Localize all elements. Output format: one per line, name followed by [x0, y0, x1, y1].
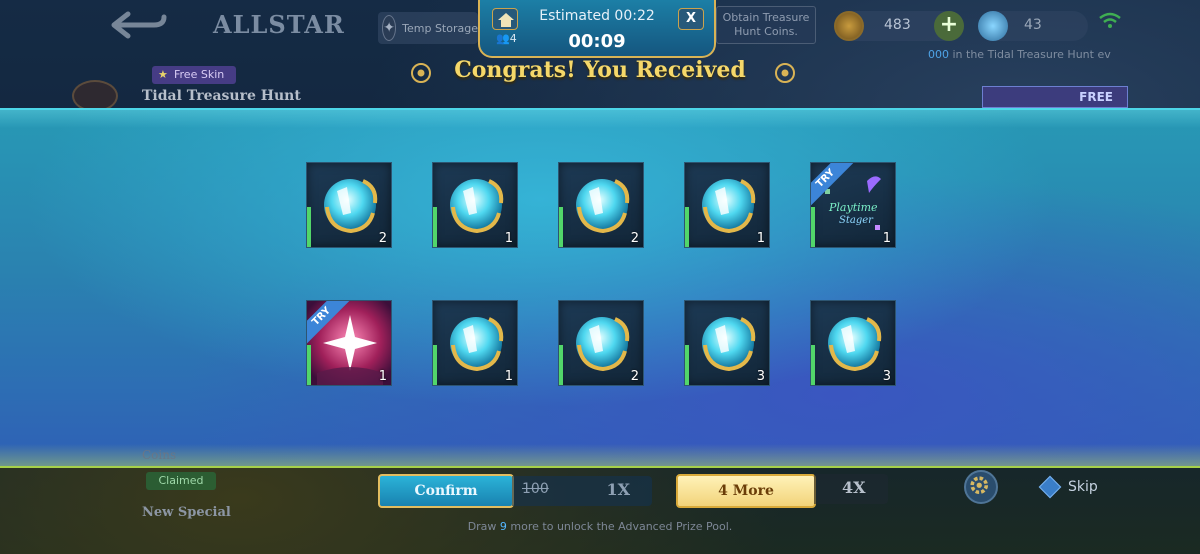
- panel-bottom-band: [0, 444, 1200, 466]
- gem-count: 43: [1024, 17, 1042, 33]
- add-coins-button[interactable]: +: [934, 11, 964, 41]
- reward-item[interactable]: 2: [558, 300, 644, 386]
- svg-text:Stager: Stager: [839, 215, 874, 226]
- draw-hint: Draw 9 more to unlock the Advanced Prize…: [467, 520, 733, 533]
- claimed-badge: Claimed: [146, 472, 216, 490]
- ornament-right-icon: [775, 63, 795, 83]
- page-title: ALLSTAR: [213, 10, 345, 39]
- reward-item[interactable]: 3: [810, 300, 896, 386]
- countdown-timer: 00:09: [568, 31, 626, 52]
- draw-more-button[interactable]: 4 More: [676, 474, 816, 508]
- reward-item[interactable]: Playtime Stager TRY 1: [810, 162, 896, 248]
- item-quantity: 1: [378, 369, 387, 384]
- item-quantity: 2: [378, 231, 387, 246]
- skip-label: Skip: [1068, 479, 1098, 495]
- temp-storage-label: Temp Storage: [402, 21, 478, 35]
- item-quantity: 2: [630, 369, 639, 384]
- coin-icon: [834, 11, 864, 41]
- gem-icon: [978, 11, 1008, 41]
- reward-panel: 2 1 2 1 Playtime Stager TRY 1 TRY 1 1 2 3 3: [0, 108, 1200, 468]
- timer-popup: 👥4 Estimated 00:22 00:09 X: [478, 0, 716, 58]
- coin-balance: 483 +: [834, 11, 964, 41]
- close-button[interactable]: X: [678, 8, 704, 30]
- skip-button[interactable]: Skip: [1036, 475, 1122, 500]
- congrats-title: Congrats! You Received: [454, 57, 746, 83]
- confirm-button[interactable]: Confirm: [378, 474, 514, 508]
- panel-top-band: [0, 110, 1200, 128]
- gem-balance: 43: [978, 11, 1088, 41]
- event-name: Tidal Treasure Hunt: [142, 88, 301, 104]
- item-quantity: 3: [756, 369, 765, 384]
- wifi-icon: [1099, 12, 1121, 28]
- reward-item[interactable]: 1: [432, 162, 518, 248]
- coin-count: 483: [884, 17, 911, 33]
- item-quantity: 1: [882, 231, 891, 246]
- reward-item[interactable]: 2: [558, 162, 644, 248]
- item-quantity: 1: [756, 231, 765, 246]
- reward-item[interactable]: 3: [684, 300, 770, 386]
- more-cost: 4X: [814, 474, 888, 504]
- confirm-price: 100: [522, 481, 549, 497]
- obtain-coins-button[interactable]: Obtain Treasure Hunt Coins.: [716, 6, 816, 44]
- skip-diamond-icon: [1038, 475, 1062, 499]
- reward-item[interactable]: 2: [306, 162, 392, 248]
- item-quantity: 1: [504, 231, 513, 246]
- confirm-multiplier: 1X: [606, 480, 630, 499]
- svg-text:Playtime: Playtime: [828, 201, 878, 214]
- reward-item[interactable]: 1: [684, 162, 770, 248]
- new-special-label: New Special: [142, 505, 231, 520]
- temp-storage-button[interactable]: ✦ Temp Storage: [378, 12, 478, 44]
- reward-item[interactable]: TRY 1: [306, 300, 392, 386]
- item-quantity: 2: [630, 231, 639, 246]
- coins-label: Coins: [142, 448, 177, 462]
- item-quantity: 3: [882, 369, 891, 384]
- back-arrow-icon[interactable]: [108, 8, 170, 42]
- free-banner[interactable]: FREE: [982, 86, 1128, 108]
- settings-button[interactable]: [964, 470, 998, 504]
- reward-item[interactable]: 1: [432, 300, 518, 386]
- more-multiplier: 4X: [842, 478, 866, 497]
- confirm-cost: 100 1X: [512, 476, 652, 506]
- gear-icon: [970, 476, 989, 495]
- item-quantity: 1: [504, 369, 513, 384]
- storage-icon: ✦: [382, 15, 397, 41]
